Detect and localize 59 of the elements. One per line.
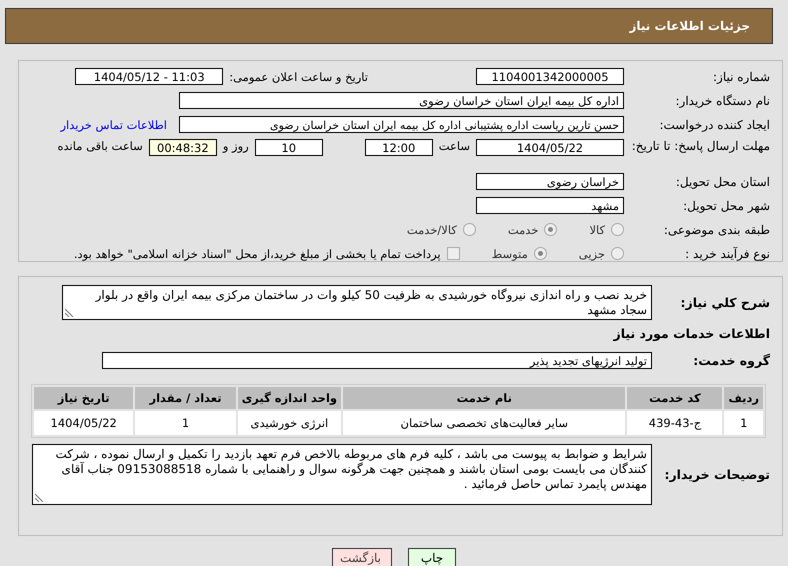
deadline-time-field: 12:00 xyxy=(364,139,433,156)
field-label: ساعت باقی مانده xyxy=(58,139,143,153)
page-header: جزئیات اطلاعات نیاز xyxy=(5,8,773,44)
days-field: 10 xyxy=(254,139,323,156)
back-button[interactable]: بازگشت xyxy=(332,548,392,566)
field-label: مهلت ارسال پاسخ: تا تاریخ: xyxy=(630,139,770,153)
buyer-field: اداره کل بیمه ایران استان خراسان رضوی xyxy=(179,92,624,109)
service-group-field: تولید انرژیهای تجدید پذیر xyxy=(102,352,652,369)
radio-button[interactable] xyxy=(534,247,547,260)
requester-field: حسن تارین ریاست اداره پشتیبانی اداره کل بیمه ایران استان خراسان رضوی xyxy=(179,116,624,133)
table-cell: 1 xyxy=(724,411,763,435)
field-label: شماره نیاز: xyxy=(712,70,770,84)
announce-date-field: 1404/05/12 - 11:03 xyxy=(75,68,224,85)
field-label: شهر محل تحویل: xyxy=(682,198,770,212)
table-cell: سایر فعالیت‌های تخصصی ساختمان xyxy=(343,411,626,435)
radio-button[interactable] xyxy=(462,223,476,236)
table-cell: ج-43-439 xyxy=(627,411,722,435)
buyer-notes-field: شرایط و ضوابط به پیوست می باشد ، کلیه فرم های مربوطه بالاخص فرم تعهد بازدید را تکمیل و ارسال نموده ، شرکت کنندگان می بایست بومی استان باشند و همچنین جهت هرگونه سوال و راهنمایی با شماره 09153088518 جناب آقای مهندس پایمرد تماس حاصل فرمائید . xyxy=(32,444,652,505)
radio-button[interactable] xyxy=(544,223,558,236)
table-cell: انرژی خورشیدی xyxy=(238,411,342,435)
radio-label: متوسط xyxy=(492,246,528,260)
field-label: ساعت xyxy=(438,139,470,153)
description-field: خرید نصب و راه اندازی نیروگاه خورشیدی به ظرفیت 50 کیلو وات در ساختمان مرکزی بیمه ایران واقع در بلوار سجاد مشهد xyxy=(62,285,652,320)
radio-label: کالا/خدمت xyxy=(406,222,457,236)
field-label: نوع فرآیند خرید : xyxy=(684,246,770,260)
radio-button[interactable] xyxy=(611,223,624,236)
field-label: گروه خدمت: xyxy=(692,353,770,368)
checkbox-label: پرداخت تمام یا بخشی از مبلغ خرید،از محل "اسناد خزانه اسلامی" خواهد بود. xyxy=(74,246,441,260)
resize-grip-icon[interactable] xyxy=(35,493,44,502)
table-cell: 1404/05/22 xyxy=(34,411,134,435)
city-field: مشهد xyxy=(476,197,624,214)
province-field: خراسان رضوی xyxy=(476,173,624,190)
column-header: ردیف xyxy=(724,387,763,409)
remaining-time-field: 00:48:32 xyxy=(148,139,217,156)
field-label: ایجاد کننده درخواست: xyxy=(658,118,770,132)
field-label: طبقه بندی موضوعی: xyxy=(662,222,770,236)
field-label: توضیحات خریدار: xyxy=(663,467,770,482)
resize-grip-icon[interactable] xyxy=(65,308,74,317)
radio-label: کالا xyxy=(589,222,605,236)
radio-label: خدمت xyxy=(508,222,538,236)
radio-label: جزیی xyxy=(578,246,605,260)
field-label: استان محل تحویل: xyxy=(674,174,770,188)
radio-button[interactable] xyxy=(611,247,624,260)
contact-link[interactable]: اطلاعات تماس خریدار xyxy=(60,118,167,132)
column-header: واحد اندازه گیری xyxy=(238,387,342,409)
section-heading: اطلاعات خدمات مورد نیاز xyxy=(614,326,770,341)
column-header: تاریخ نیاز xyxy=(34,387,134,409)
checkbox[interactable] xyxy=(446,247,460,260)
column-header: نام خدمت xyxy=(343,387,626,409)
column-header: تعداد / مقدار xyxy=(135,387,236,409)
deadline-date-field: 1404/05/22 xyxy=(476,139,624,156)
field-label: روز و xyxy=(222,139,249,153)
field-label: شرح کلي نياز: xyxy=(680,295,770,310)
table-cell: 1 xyxy=(135,411,236,435)
need-number-field: 1104001342000005 xyxy=(476,68,624,85)
field-label: تاریخ و ساعت اعلان عمومی: xyxy=(229,70,368,84)
field-label: نام دستگاه خریدار: xyxy=(674,94,770,108)
column-header: کد خدمت xyxy=(627,387,722,409)
print-button[interactable]: چاپ xyxy=(408,548,456,566)
